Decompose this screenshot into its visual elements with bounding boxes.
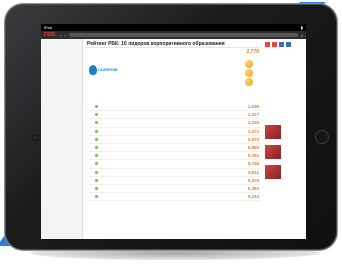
status-dot-icon xyxy=(95,154,98,158)
row-value: 1,227 xyxy=(247,112,259,118)
share-icon[interactable] xyxy=(286,42,291,47)
status-dot-icon xyxy=(95,195,98,199)
row-value: 1,025 xyxy=(247,120,259,126)
row-value: 1,072 xyxy=(247,128,259,134)
rating-row xyxy=(143,59,253,68)
status-dot-icon xyxy=(95,129,98,133)
rating-row xyxy=(143,77,253,86)
top-row: 2,778 xyxy=(85,48,261,56)
row-value: 0,479 xyxy=(247,177,259,183)
carrier-label: iPad xyxy=(44,25,53,30)
home-button[interactable] xyxy=(315,130,329,144)
row-value: 0,970 xyxy=(247,136,259,142)
ipad-photo: iPad ▮ FSBL ‹ › ⌕ Рейтинг РБК: 10 лидеро xyxy=(0,0,342,265)
table-row[interactable]: 0,511 xyxy=(85,169,261,177)
camera-dot xyxy=(33,136,37,140)
right-column xyxy=(263,39,306,239)
ipad-screen: iPad ▮ FSBL ‹ › ⌕ Рейтинг РБК: 10 лидеро xyxy=(41,24,306,239)
row-value: 0,393 xyxy=(247,185,259,191)
table-row[interactable]: 0,393 xyxy=(85,185,261,194)
search-icon[interactable]: ⌕ xyxy=(301,33,303,38)
logo-text: ГАЗПРОМ xyxy=(98,67,118,72)
table-row[interactable]: 0,479 xyxy=(85,177,261,185)
status-dot-icon xyxy=(95,146,98,150)
status-dot-icon xyxy=(95,105,98,109)
rating-row xyxy=(143,68,253,77)
flame-icon xyxy=(89,65,97,75)
row-value: 0,869 xyxy=(247,145,259,151)
status-dot-icon xyxy=(95,162,98,166)
web-page: Рейтинг РБК: 10 лидеров корпоративного о… xyxy=(41,39,306,239)
ranking-table: 1,636 1,227 1,025 1,072 0,970 0,869 0,751 0,746… xyxy=(85,103,261,202)
row-value: 1,636 xyxy=(247,104,259,110)
company-logo: ГАЗПРОМ xyxy=(89,63,121,77)
page-title: Рейтинг РБК: 10 лидеров корпоративного о… xyxy=(85,39,261,48)
rating-circle-icon xyxy=(245,77,253,86)
status-dot-icon xyxy=(95,113,98,117)
table-row[interactable]: 1,636 xyxy=(85,103,261,112)
rating-list xyxy=(143,59,253,86)
table-row[interactable]: 0,751 xyxy=(85,152,261,161)
share-icon[interactable] xyxy=(279,42,284,47)
share-icon[interactable] xyxy=(272,42,277,47)
share-icon[interactable] xyxy=(265,42,270,47)
table-row[interactable]: 1,227 xyxy=(85,111,261,120)
top-value: 2,778 xyxy=(246,49,259,55)
row-value: 0,751 xyxy=(247,153,259,159)
row-value: 0,746 xyxy=(247,161,259,167)
row-value: 0,511 xyxy=(247,169,259,175)
status-dot-icon xyxy=(95,137,98,141)
ipad-bezel: iPad ▮ FSBL ‹ › ⌕ Рейтинг РБК: 10 лидеро xyxy=(5,4,337,250)
status-dot-icon xyxy=(95,121,98,125)
status-bar: iPad ▮ xyxy=(41,24,306,31)
rating-circle-icon xyxy=(245,68,253,77)
status-dot-icon xyxy=(95,178,98,182)
table-row[interactable]: 0,243 xyxy=(85,193,261,202)
rating-circle-icon xyxy=(245,59,253,68)
main-content: Рейтинг РБК: 10 лидеров корпоративного о… xyxy=(85,39,261,239)
table-row[interactable]: 0,869 xyxy=(85,144,261,153)
row-value: 0,243 xyxy=(247,194,259,200)
table-row[interactable]: 1,072 xyxy=(85,128,261,136)
battery-icon: ▮ xyxy=(300,25,303,30)
url-bar[interactable] xyxy=(68,33,298,37)
browser-logo[interactable]: FSBL xyxy=(44,32,57,38)
table-row[interactable]: 0,970 xyxy=(85,136,261,144)
table-row[interactable]: 0,746 xyxy=(85,160,261,169)
left-sidebar xyxy=(41,39,83,239)
ad-image[interactable] xyxy=(265,125,281,139)
table-row[interactable]: 1,025 xyxy=(85,119,261,128)
status-dot-icon xyxy=(95,186,98,190)
status-dot-icon xyxy=(95,170,98,174)
nav-back-icon[interactable]: ‹ xyxy=(60,33,61,38)
ad-image[interactable] xyxy=(265,165,281,179)
nav-forward-icon[interactable]: › xyxy=(64,33,65,38)
ad-image[interactable] xyxy=(265,145,281,159)
browser-toolbar: FSBL ‹ › ⌕ xyxy=(41,31,306,39)
